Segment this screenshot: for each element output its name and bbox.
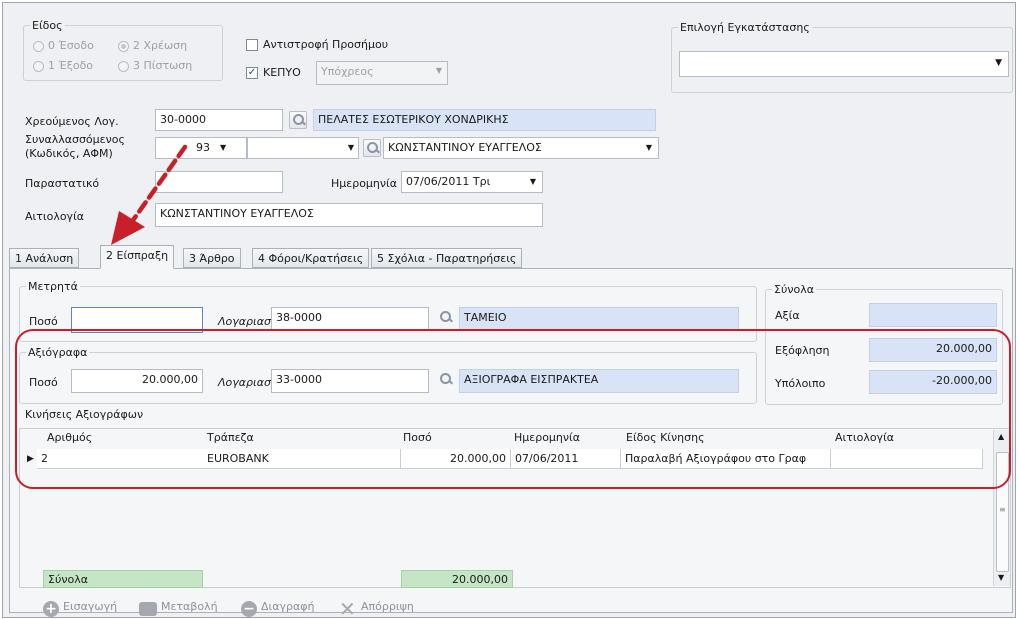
cash-account-search-icon[interactable] — [437, 309, 455, 327]
totals-value-label: Αξία — [775, 309, 800, 322]
scroll-down-icon[interactable]: ▼ — [998, 573, 1004, 582]
cash-account-code-input[interactable]: 38-0000 — [271, 307, 429, 331]
type-group-legend: Είδος — [32, 19, 63, 32]
kepyo-select-value: Υπόχρεος — [321, 65, 374, 78]
edit-icon[interactable] — [139, 602, 157, 616]
debited-account-search-icon[interactable] — [289, 111, 307, 129]
window: Είδος 0 Έσοδο 2 Χρέωση 1 Έξοδο 3 Πίστωση… — [2, 2, 1016, 618]
tab-comments[interactable]: 5 Σχόλια - Παρατηρήσεις — [371, 248, 523, 268]
add-icon[interactable]: + — [43, 601, 59, 617]
radio-income-0-label: 0 Έσοδο — [48, 39, 94, 52]
reverse-sign-checkbox[interactable] — [246, 39, 258, 51]
counterparty-afm-chevron-icon: ▼ — [347, 143, 354, 152]
totals-value-field — [869, 303, 997, 327]
counterparty-code-chevron-icon: ▼ — [220, 143, 227, 152]
discard-button[interactable]: Απόρριψη — [361, 600, 414, 613]
facility-select[interactable]: ▼ — [679, 51, 1009, 77]
date-value: 07/06/2011 Τρι — [406, 175, 491, 188]
annotation-arrow — [111, 144, 188, 245]
tab-taxes[interactable]: 4 Φόροι/Κρατήσεις — [252, 248, 370, 268]
edit-button[interactable]: Μεταβολή — [161, 600, 218, 613]
radio-debit-2[interactable] — [118, 41, 129, 52]
highlight-annotation — [15, 329, 1011, 489]
date-chevron-icon: ▼ — [529, 177, 536, 186]
kepyo-checkbox[interactable]: ✓ — [246, 67, 258, 79]
tab-analysis[interactable]: 1 Ανάλυση — [9, 248, 80, 268]
counterparty-name-value: ΚΩΝΣΤΑΝΤΙΝΟΥ ΕΥΑΓΓΕΛΟΣ — [388, 141, 542, 154]
date-label: Ημερομηνία — [331, 177, 398, 190]
facility-chevron-icon: ▼ — [995, 58, 1002, 68]
document-label: Παραστατικό — [25, 177, 100, 190]
date-picker[interactable]: 07/06/2011 Τρι ▼ — [401, 171, 543, 193]
radio-credit-3[interactable] — [118, 61, 129, 72]
justification-label: Αιτιολογία — [25, 210, 85, 223]
kepyo-select[interactable]: Υπόχρεος ▼ — [316, 61, 448, 85]
debited-account-code-input[interactable]: 30-0000 — [155, 109, 283, 131]
scroll-grip-icon: ≡ — [999, 505, 1006, 514]
add-button[interactable]: Εισαγωγή — [63, 600, 117, 613]
facility-legend: Επιλογή Εγκατάστασης — [680, 21, 810, 34]
delete-button[interactable]: Διαγραφή — [261, 600, 314, 613]
cash-legend: Μετρητά — [28, 280, 78, 293]
grid-footer-amount: 20.000,00 — [401, 570, 513, 588]
radio-income-0[interactable] — [33, 41, 44, 52]
kepyo-label: ΚΕΠΥΟ — [263, 66, 301, 79]
counterparty-code-value: 93 — [196, 141, 210, 154]
radio-expense-1[interactable] — [33, 61, 44, 72]
radio-debit-2-label: 2 Χρέωση — [133, 39, 188, 52]
cash-amount-label: Ποσό — [29, 315, 58, 328]
totals-legend: Σύνολα — [774, 283, 814, 296]
discard-icon[interactable]: ✕ — [339, 597, 356, 617]
counterparty-name-chevron-icon: ▼ — [645, 143, 652, 152]
justification-input[interactable]: ΚΩΝΣΤΑΝΤΙΝΟΥ ΕΥΑΓΓΕΛΟΣ — [155, 203, 543, 227]
kepyo-select-chevron-icon: ▼ — [435, 66, 442, 75]
radio-expense-1-label: 1 Έξοδο — [48, 59, 94, 72]
reverse-sign-label: Αντιστροφή Προσήμου — [263, 38, 389, 51]
counterparty-name-select[interactable]: ΚΩΝΣΤΑΝΤΙΝΟΥ ΕΥΑΓΓΕΛΟΣ ▼ — [383, 137, 659, 159]
debited-account-label: Χρεούμενος Λογ. — [25, 115, 119, 128]
tab-collection[interactable]: 2 Είσπραξη — [100, 245, 175, 269]
debited-account-name-field: ΠΕΛΑΤΕΣ ΕΣΩΤΕΡΙΚΟΥ ΧΟΝΔΡΙΚΗΣ — [313, 109, 656, 131]
counterparty-afm-select[interactable]: ▼ — [247, 137, 359, 159]
radio-credit-3-label: 3 Πίστωση — [133, 59, 193, 72]
tab-article[interactable]: 3 Άρθρο — [183, 248, 241, 268]
cash-account-name-field: ΤΑΜΕΙΟ — [459, 307, 739, 331]
delete-icon[interactable]: − — [241, 601, 257, 617]
counterparty-label-line2: (Κωδικός, ΑΦΜ) — [25, 147, 113, 160]
counterparty-search-icon[interactable] — [363, 139, 381, 157]
grid-footer-label: Σύνολα — [43, 570, 203, 588]
